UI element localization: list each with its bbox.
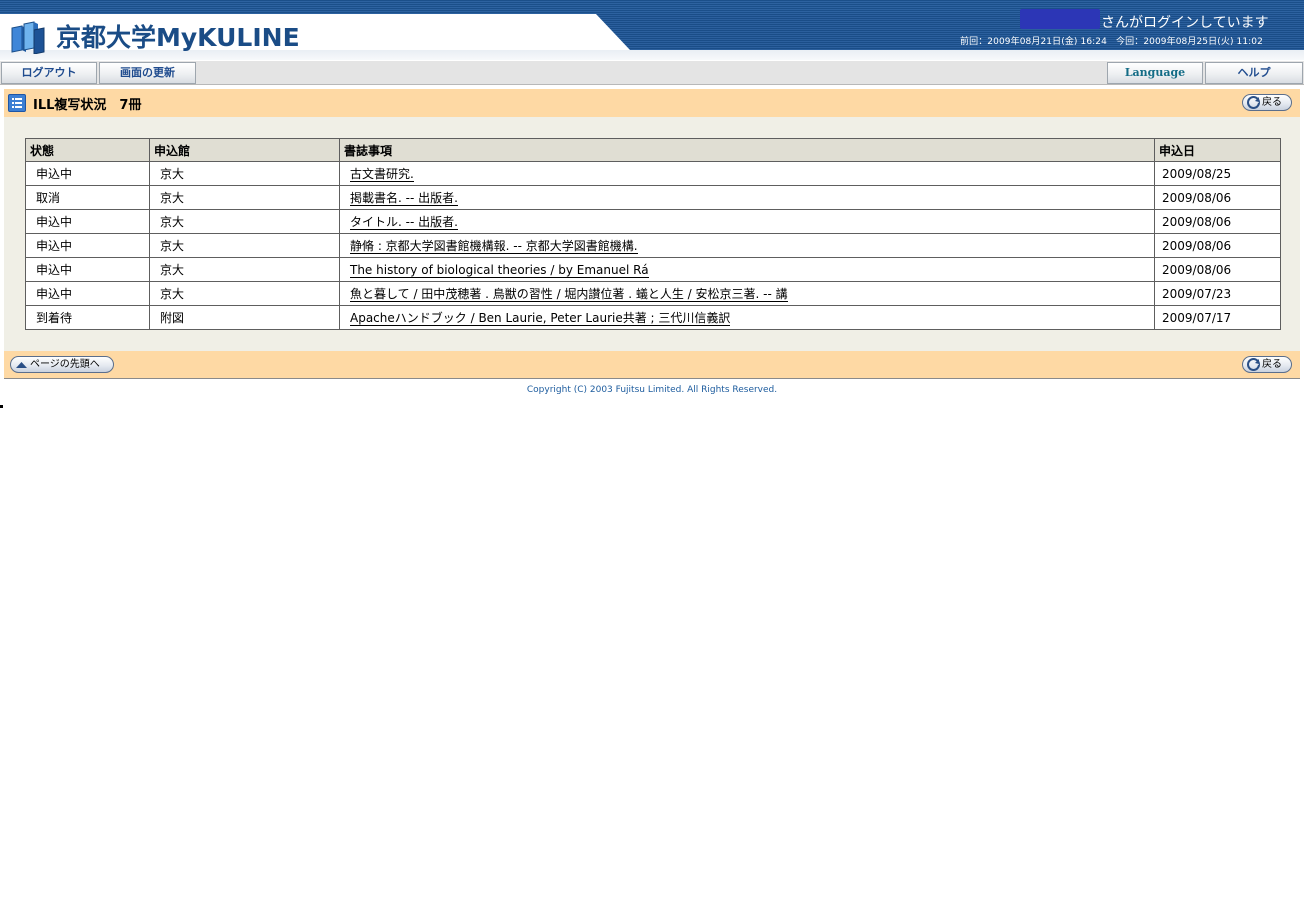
column-header-library: 申込館 <box>149 138 340 162</box>
bibliography-cell: Apacheハンドブック / Ben Laurie, Peter Laurie共… <box>339 305 1155 330</box>
content-panel: 状態 申込館 書誌事項 申込日 申込中 京大 古文書研究. 2009/08/25… <box>4 117 1300 351</box>
login-status-text: さんがログインしています <box>1101 15 1269 31</box>
toolbar: ログアウト 画面の更新 Language ヘルプ <box>0 61 1304 85</box>
back-button[interactable]: 戻る <box>1242 94 1292 111</box>
library-cell: 京大 <box>149 209 340 234</box>
column-header-status: 状態 <box>25 138 150 162</box>
status-cell: 申込中 <box>25 209 150 234</box>
date-cell: 2009/08/06 <box>1154 233 1281 258</box>
table-row: 申込中 京大 The history of biological theorie… <box>25 257 1281 282</box>
corner-mark <box>0 405 3 408</box>
page-title: ILL複写状況 7冊 <box>33 98 142 113</box>
date-cell: 2009/07/23 <box>1154 281 1281 306</box>
bibliography-link[interactable]: The history of biological theories / by … <box>350 262 649 278</box>
back-arrow-icon <box>1247 96 1260 109</box>
bibliography-cell: タイトル. -- 出版者. <box>339 209 1155 234</box>
bibliography-link[interactable]: 静脩 : 京都大学図書館機構報. -- 京都大学図書館機構. <box>350 239 638 254</box>
library-cell: 京大 <box>149 257 340 282</box>
status-cell: 申込中 <box>25 257 150 282</box>
date-cell: 2009/08/06 <box>1154 257 1281 282</box>
ill-status-table: 状態 申込館 書誌事項 申込日 申込中 京大 古文書研究. 2009/08/25… <box>25 138 1281 330</box>
copyright-text: Copyright (C) 2003 Fujitsu Limited. All … <box>526 385 778 395</box>
status-cell: 取消 <box>25 185 150 210</box>
date-cell: 2009/08/06 <box>1154 209 1281 234</box>
section-title-bar: ILL複写状況 7冊 戻る <box>4 89 1300 117</box>
app-header: 京都大学MyKULINE さんがログインしています 前回：2009年08月21日… <box>0 0 1304 60</box>
library-cell: 京大 <box>149 233 340 258</box>
bibliography-cell: 掲載書名. -- 出版者. <box>339 185 1155 210</box>
bibliography-link[interactable]: Apacheハンドブック / Ben Laurie, Peter Laurie共… <box>350 311 731 326</box>
bottom-nav-bar: ページの先頭へ 戻る <box>4 351 1300 379</box>
logout-button[interactable]: ログアウト <box>1 62 97 84</box>
column-header-date: 申込日 <box>1154 138 1281 162</box>
table-row: 申込中 京大 静脩 : 京都大学図書館機構報. -- 京都大学図書館機構. 20… <box>25 233 1281 258</box>
table-row: 到着待 附図 Apacheハンドブック / Ben Laurie, Peter … <box>25 305 1281 330</box>
bibliography-cell: The history of biological theories / by … <box>339 257 1155 282</box>
table-row: 申込中 京大 タイトル. -- 出版者. 2009/08/06 <box>25 209 1281 234</box>
refresh-button[interactable]: 画面の更新 <box>99 62 196 84</box>
table-row: 申込中 京大 魚と暮して / 田中茂穂著 . 鳥獣の習性 / 堀内讃位著 . 蟻… <box>25 281 1281 306</box>
table-header-row: 状態 申込館 書誌事項 申込日 <box>25 138 1281 162</box>
bibliography-cell: 静脩 : 京都大学図書館機構報. -- 京都大学図書館機構. <box>339 233 1155 258</box>
back-button-label: 戻る <box>1262 359 1282 370</box>
status-cell: 到着待 <box>25 305 150 330</box>
back-arrow-icon <box>1247 358 1260 371</box>
bibliography-cell: 古文書研究. <box>339 161 1155 186</box>
status-cell: 申込中 <box>25 233 150 258</box>
login-times-text: 前回：2009年08月21日(金) 16:24 今回：2009年08月25日(火… <box>960 37 1263 47</box>
list-icon <box>8 94 26 112</box>
library-cell: 附図 <box>149 305 340 330</box>
redacted-username <box>1020 9 1100 29</box>
bibliography-link[interactable]: タイトル. -- 出版者. <box>350 215 458 230</box>
up-triangle-icon <box>15 358 28 371</box>
back-button[interactable]: 戻る <box>1242 356 1292 373</box>
table-row: 取消 京大 掲載書名. -- 出版者. 2009/08/06 <box>25 185 1281 210</box>
back-button-label: 戻る <box>1262 97 1282 108</box>
bibliography-cell: 魚と暮して / 田中茂穂著 . 鳥獣の習性 / 堀内讃位著 . 蟻と人生 / 安… <box>339 281 1155 306</box>
help-button[interactable]: ヘルプ <box>1205 62 1303 84</box>
library-cell: 京大 <box>149 161 340 186</box>
language-button[interactable]: Language <box>1107 62 1203 84</box>
date-cell: 2009/08/06 <box>1154 185 1281 210</box>
library-cell: 京大 <box>149 281 340 306</box>
bibliography-link[interactable]: 掲載書名. -- 出版者. <box>350 191 458 206</box>
library-cell: 京大 <box>149 185 340 210</box>
bibliography-link[interactable]: 魚と暮して / 田中茂穂著 . 鳥獣の習性 / 堀内讃位著 . 蟻と人生 / 安… <box>350 287 788 302</box>
status-cell: 申込中 <box>25 281 150 306</box>
status-cell: 申込中 <box>25 161 150 186</box>
table-row: 申込中 京大 古文書研究. 2009/08/25 <box>25 161 1281 186</box>
page-top-button-label: ページの先頭へ <box>30 359 100 370</box>
page-top-button[interactable]: ページの先頭へ <box>10 356 114 373</box>
date-cell: 2009/08/25 <box>1154 161 1281 186</box>
books-icon <box>10 20 46 55</box>
app-title: 京都大学MyKULINE <box>56 23 300 52</box>
bibliography-link[interactable]: 古文書研究. <box>350 167 414 182</box>
date-cell: 2009/07/17 <box>1154 305 1281 330</box>
column-header-bibliography: 書誌事項 <box>339 138 1155 162</box>
